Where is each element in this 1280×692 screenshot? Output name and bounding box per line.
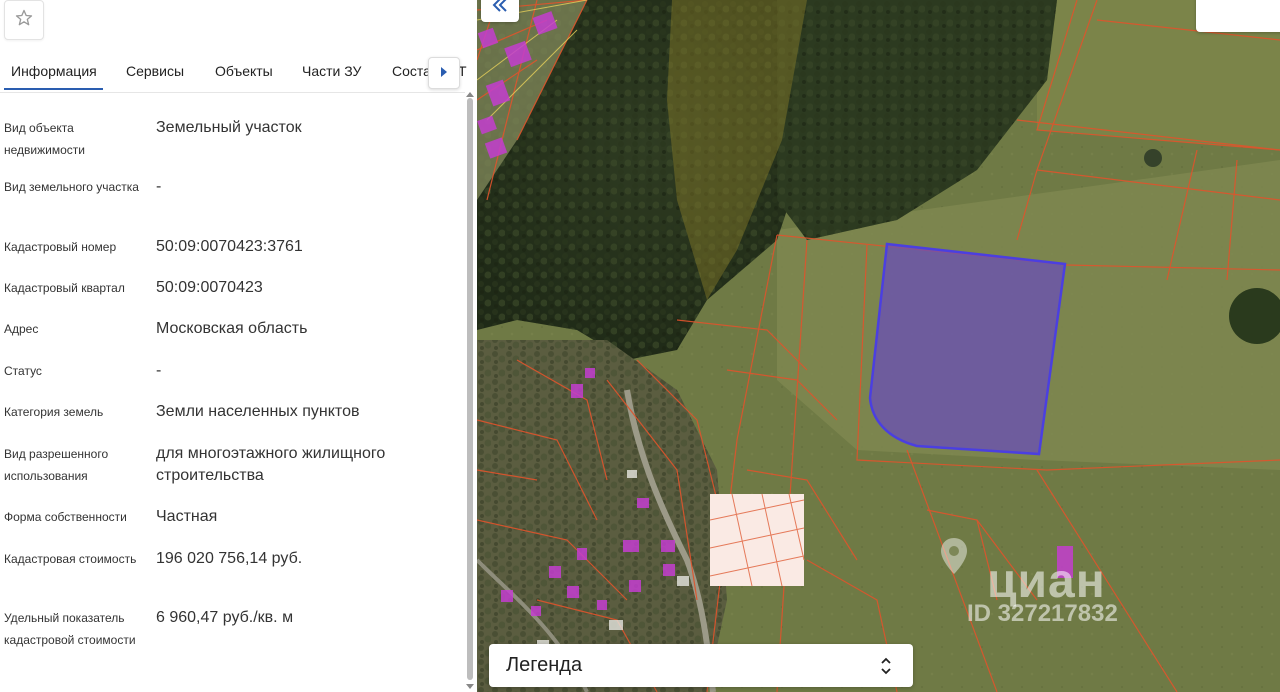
tab-information[interactable]: Информация: [4, 52, 103, 90]
location-pin-icon: [941, 538, 967, 574]
property-label: Удельный показатель кадастровой стоимост…: [4, 611, 136, 647]
favorite-button[interactable]: [4, 0, 44, 40]
tab-objects[interactable]: Объекты: [215, 52, 273, 90]
tab-composition[interactable]: Соста: [392, 52, 431, 90]
property-label: Кадастровый номер: [4, 240, 117, 254]
scroll-down-arrow[interactable]: [466, 684, 474, 689]
property-value: Московская область: [156, 320, 308, 337]
property-label: Адрес: [4, 322, 39, 336]
tab-bar: Информация Сервисы Объекты Части ЗУ Сост…: [0, 52, 465, 93]
property-label: Категория земель: [4, 405, 104, 419]
property-label: Вид земельного участка: [4, 180, 139, 194]
map-view[interactable]: циан ID 327217832 Легенда: [477, 0, 1280, 692]
property-value: 50:09:0070423:3761: [156, 238, 303, 255]
scroll-up-arrow[interactable]: [466, 92, 474, 97]
chevron-right-icon: [440, 64, 448, 82]
double-chevron-left-icon: [492, 0, 508, 17]
property-value: Земли населенных пунктов: [156, 403, 360, 420]
legend-label: Легенда: [506, 654, 583, 676]
property-value: Земельный участок: [156, 119, 302, 136]
tab-services[interactable]: Сервисы: [126, 52, 184, 90]
map-tile-placeholder: [709, 493, 805, 587]
property-value: -: [156, 362, 162, 379]
map-control-box[interactable]: [1196, 0, 1280, 32]
tabs-next-button[interactable]: [428, 57, 460, 89]
tab-parts[interactable]: Части ЗУ: [302, 52, 361, 90]
star-icon: [14, 8, 34, 33]
satellite-map[interactable]: [477, 0, 1280, 692]
property-value: Частная: [156, 508, 218, 525]
watermark-id: ID 327217832: [967, 600, 1118, 627]
property-label: Статус: [4, 364, 42, 378]
selected-parcel[interactable]: [868, 242, 1067, 456]
collapse-panel-button[interactable]: [481, 0, 519, 22]
chevron-up-down-icon: [879, 656, 893, 676]
info-panel: Информация Сервисы Объекты Части ЗУ Сост…: [0, 0, 477, 692]
property-label: Вид объекта недвижимости: [4, 121, 85, 157]
legend-dropdown[interactable]: Легенда: [489, 644, 913, 687]
property-label: Форма собственности: [4, 510, 127, 524]
property-label: Кадастровый квартал: [4, 281, 125, 295]
property-value: 196 020 756,14 руб.: [156, 550, 303, 567]
property-value: 6 960,47 руб./кв. м: [156, 609, 294, 626]
property-value: 50:09:0070423: [156, 279, 263, 296]
property-label: Вид разрешенного использования: [4, 447, 109, 483]
property-value: -: [156, 178, 162, 195]
property-value: для многоэтажного жилищного строительств…: [156, 445, 386, 484]
property-label: Кадастровая стоимость: [4, 552, 137, 566]
scrollbar-thumb[interactable]: [467, 98, 473, 680]
